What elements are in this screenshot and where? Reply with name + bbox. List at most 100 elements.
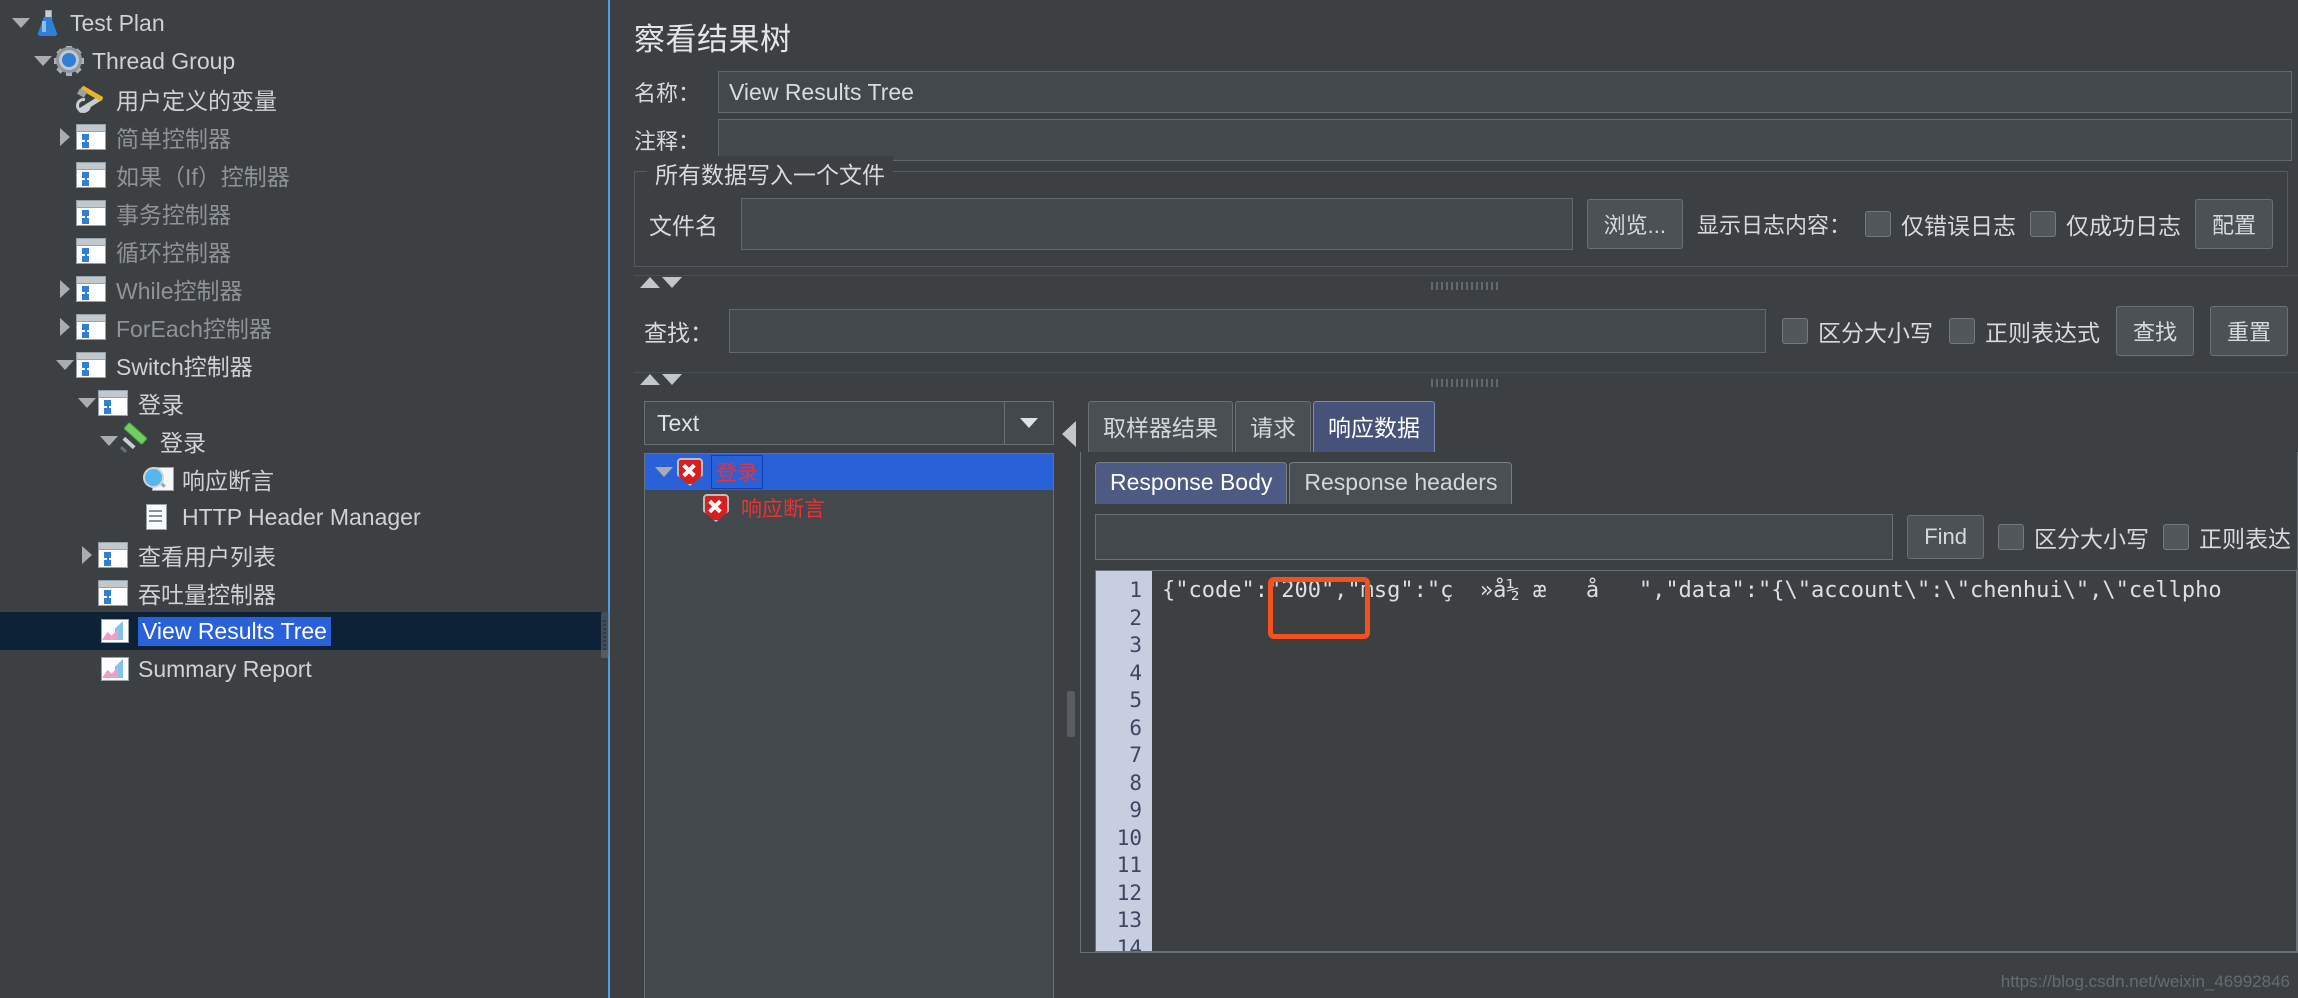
tree-item-label: While控制器 (116, 278, 243, 304)
search-input[interactable] (729, 309, 1766, 353)
response-sub-tab-0[interactable]: Response Body (1095, 462, 1288, 504)
tree-item-9[interactable]: Switch控制器 (0, 346, 608, 384)
twisty-none-icon[interactable] (76, 612, 98, 650)
line-number: 2 (1129, 605, 1142, 630)
mid-splitter[interactable] (634, 372, 2298, 395)
tree-item-12[interactable]: 响应断言 (0, 460, 608, 498)
horizontal-split-handle[interactable] (601, 612, 609, 658)
response-sub-tabs[interactable]: Response Body Response headers (1081, 462, 2297, 504)
mid-collapse-up-icon[interactable] (640, 374, 660, 385)
header-manager-icon (142, 502, 174, 532)
vertical-splitter-grip[interactable] (1067, 691, 1075, 737)
tree-item-6[interactable]: 循环控制器 (0, 232, 608, 270)
mid-splitter-grip[interactable] (1431, 379, 1501, 387)
name-input[interactable]: View Results Tree (718, 71, 2292, 113)
tree-item-4[interactable]: 如果（If）控制器 (0, 156, 608, 194)
tree-item-13[interactable]: HTTP Header Manager (0, 498, 608, 536)
twisty-none-icon[interactable] (54, 232, 76, 270)
tree-item-14[interactable]: 查看用户列表 (0, 536, 608, 574)
twisty-none-icon[interactable] (54, 194, 76, 232)
tree-item-0[interactable]: Test Plan (0, 4, 608, 42)
response-tab-2[interactable]: 响应数据 (1313, 401, 1435, 452)
twisty-open-icon[interactable] (54, 346, 76, 384)
controller-icon (76, 350, 108, 380)
filename-label: 文件名 (649, 213, 718, 239)
tree-item-16[interactable]: View Results Tree (0, 612, 608, 650)
errors-only-checkbox[interactable] (1864, 211, 1891, 237)
comment-input[interactable] (718, 119, 2292, 161)
splitter-grip[interactable] (1431, 282, 1501, 290)
tree-item-17[interactable]: Summary Report (0, 650, 608, 688)
top-splitter[interactable] (634, 275, 2298, 298)
result-row-1[interactable]: 响应断言 (645, 490, 1053, 526)
response-body-text[interactable]: {"code":"200","msg":"ç »å½ æ å ","data":… (1152, 571, 2296, 951)
response-subpanel: Response Body Response headers Find 区分大小写… (1080, 452, 2298, 953)
controller-icon (98, 540, 130, 570)
success-only-checkbox[interactable] (2029, 211, 2056, 237)
collapse-down-icon[interactable] (662, 277, 682, 288)
result-row-0[interactable]: 登录 (645, 454, 1053, 490)
response-find-input[interactable] (1095, 514, 1894, 560)
response-regex-checkbox-wrap[interactable]: 正则表达 (2163, 520, 2291, 554)
search-regex-checkbox[interactable] (1948, 318, 1975, 344)
tree-item-11[interactable]: 登录 (0, 421, 608, 460)
search-find-button[interactable]: 查找 (2115, 306, 2194, 356)
tree-item-10[interactable]: 登录 (0, 384, 608, 422)
browse-button[interactable]: 浏览... (1586, 199, 1683, 249)
tree-item-3[interactable]: 简单控制器 (0, 118, 608, 156)
response-body-viewer[interactable]: 1 2 3 4 5 6 7 8 9 10 11 12 13 14 {"code":"200","msg":… (1095, 570, 2297, 952)
response-sub-tab-1[interactable]: Response headers (1289, 462, 1513, 504)
response-case-checkbox-wrap[interactable]: 区分大小写 (1998, 520, 2149, 554)
twisty-closed-icon[interactable] (54, 118, 76, 156)
tree-item-label: HTTP Header Manager (182, 503, 421, 530)
sample-result-tree[interactable]: 登录 响应断言 (644, 453, 1054, 998)
search-case-checkbox[interactable] (1781, 318, 1808, 344)
response-regex-checkbox[interactable] (2163, 524, 2189, 550)
tree-item-1[interactable]: Thread Group (0, 42, 608, 80)
twisty-none-icon[interactable] (54, 156, 76, 194)
search-regex-checkbox-wrap[interactable]: 正则表达式 (1948, 314, 2100, 348)
splitter-left-arrow-icon[interactable] (1062, 421, 1076, 447)
test-plan-tree[interactable]: Test Plan Thread Group 用户定义的变量 简单控制器 如果（If）控… (0, 0, 608, 688)
tree-item-8[interactable]: ForEach控制器 (0, 308, 608, 346)
mid-collapse-down-icon[interactable] (662, 374, 682, 385)
response-tab-1[interactable]: 请求 (1235, 401, 1311, 452)
collapse-up-icon[interactable] (640, 277, 660, 288)
twisty-none-icon[interactable] (54, 80, 76, 118)
filename-input[interactable] (741, 198, 1573, 250)
search-case-checkbox-wrap[interactable]: 区分大小写 (1781, 314, 1933, 348)
listener-config-pane: 察看结果树 名称： View Results Tree 注释： 所有数据写入一个… (610, 0, 2298, 998)
vertical-splitter[interactable] (1062, 401, 1080, 998)
twisty-open-icon[interactable] (76, 384, 98, 422)
name-label: 名称： (634, 81, 701, 106)
errors-only-checkbox-wrap[interactable]: 仅错误日志 (1864, 207, 2016, 241)
chevron-down-icon[interactable] (1004, 402, 1053, 444)
success-only-checkbox-wrap[interactable]: 仅成功日志 (2029, 207, 2181, 241)
twisty-closed-icon[interactable] (76, 536, 98, 574)
comment-field-row: 注释： (622, 119, 2298, 161)
tree-item-5[interactable]: 事务控制器 (0, 194, 608, 232)
twisty-none-icon[interactable] (76, 574, 98, 612)
line-number: 13 (1116, 908, 1142, 932)
twisty-open-icon[interactable] (98, 422, 120, 460)
response-case-checkbox[interactable] (1998, 524, 2024, 550)
response-find-button[interactable]: Find (1907, 515, 1984, 559)
response-tab-0[interactable]: 取样器结果 (1088, 401, 1233, 452)
twisty-open-icon[interactable] (32, 42, 54, 80)
tree-item-2[interactable]: 用户定义的变量 (0, 80, 608, 118)
search-reset-button[interactable]: 重置 (2209, 306, 2288, 356)
tree-item-7[interactable]: While控制器 (0, 270, 608, 308)
twisty-closed-icon[interactable] (54, 308, 76, 346)
write-all-data-legend: 所有数据写入一个文件 (647, 156, 893, 190)
twisty-open-icon[interactable] (653, 454, 675, 491)
twisty-closed-icon[interactable] (54, 270, 76, 308)
twisty-none-icon[interactable] (120, 460, 142, 498)
twisty-open-icon[interactable] (10, 4, 32, 42)
twisty-none-icon[interactable] (76, 650, 98, 688)
configure-button[interactable]: 配置 (2194, 199, 2273, 249)
controller-icon (98, 578, 130, 608)
tree-item-15[interactable]: 吞吐量控制器 (0, 574, 608, 612)
response-tabs[interactable]: 取样器结果 请求 响应数据 (1080, 401, 2298, 452)
renderer-select[interactable]: Text (644, 401, 1054, 445)
twisty-none-icon[interactable] (120, 498, 142, 536)
